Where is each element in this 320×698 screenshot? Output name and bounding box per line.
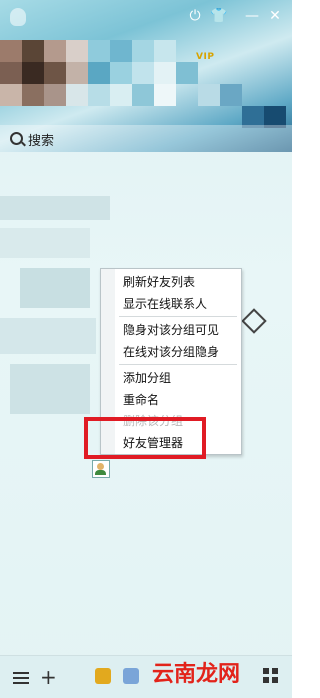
close-button[interactable]: ✕ [266, 7, 284, 25]
search-bar[interactable]: 搜索 [0, 125, 292, 152]
search-input[interactable]: 搜索 [28, 130, 54, 149]
search-icon [10, 132, 23, 145]
game-app-icon[interactable] [95, 668, 111, 684]
friend-manager-icon [92, 460, 110, 478]
highlight-box [84, 417, 206, 459]
menu-separator [119, 364, 237, 365]
qq-penguin-icon[interactable] [10, 8, 26, 26]
tab-bar [0, 152, 292, 334]
add-icon[interactable]: + [40, 667, 57, 687]
qq-main-window: ⏻ 👕 — ✕ VIP 搜索 刷新好友列表 显示在线联系人 隐身对该分组可见 在… [0, 0, 292, 698]
title-bar: ⏻ 👕 — ✕ [0, 0, 292, 36]
menu-item-rename[interactable]: 重命名 [123, 391, 159, 408]
minimize-button[interactable]: — [243, 7, 261, 25]
menu-item-show-online[interactable]: 显示在线联系人 [123, 295, 207, 312]
menu-separator [119, 316, 237, 317]
profile-banner: ⏻ 👕 — ✕ VIP 搜索 [0, 0, 292, 152]
main-menu-icon[interactable] [13, 672, 29, 674]
vip-badge: VIP [196, 52, 215, 62]
menu-item-invisible-visible[interactable]: 隐身对该分组可见 [123, 321, 219, 338]
menu-item-online-hidden[interactable]: 在线对该分组隐身 [123, 343, 219, 360]
menu-item-add-group[interactable]: 添加分组 [123, 369, 171, 386]
app-grid-icon[interactable] [263, 668, 279, 684]
app-icon[interactable] [123, 668, 139, 684]
menu-item-refresh[interactable]: 刷新好友列表 [123, 273, 195, 290]
skin-shirt-icon[interactable]: 👕 [210, 7, 228, 25]
watermark: 云南龙网 [152, 662, 241, 687]
power-icon[interactable]: ⏻ [186, 7, 204, 25]
